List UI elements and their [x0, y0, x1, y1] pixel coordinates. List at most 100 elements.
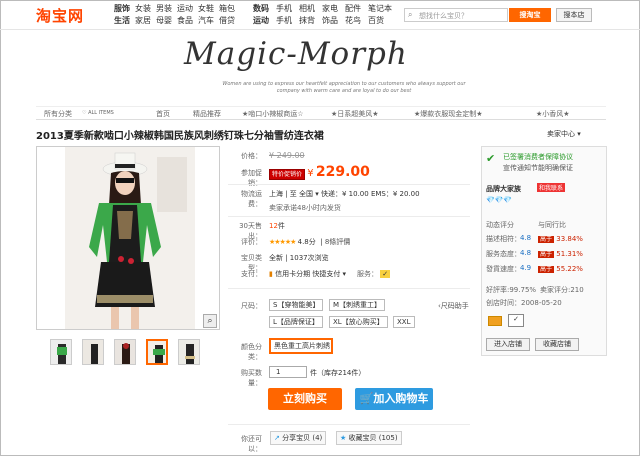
payment-info[interactable]: ▮ 信用卡分期 快捷支付 ▾ — [269, 269, 346, 279]
score-value-service: 4.8 — [520, 249, 532, 257]
score-compare-delivery: 高于 55.22% — [538, 265, 583, 273]
promo-price: 特价促销价 ¥ 229.00 — [269, 164, 370, 180]
size-option-s[interactable]: S【穿物能美】 — [269, 299, 324, 311]
search-shop-button[interactable]: 搜本店 — [556, 8, 592, 22]
category-link[interactable]: 数码 — [253, 3, 275, 15]
thumbnail-5[interactable] — [178, 339, 200, 365]
category-link[interactable]: 饰品 — [322, 15, 344, 27]
rating-label: 评价： — [241, 238, 262, 246]
category-link[interactable]: 运动 — [177, 3, 197, 15]
category-link[interactable]: 笔记本 — [368, 3, 392, 15]
nav-item-5[interactable]: ★日系超美风★ — [331, 109, 379, 119]
size-option-l[interactable]: L【品牌保证】 — [269, 316, 323, 328]
score-compare-service: 高于 51.31% — [538, 250, 583, 258]
nav-item-4[interactable]: ★啮口小辣椒商运☆ — [242, 109, 304, 119]
good-rate: 好評率:99.75% — [486, 286, 537, 294]
compare-header: 与同行比 — [538, 221, 566, 229]
nav-all-categories[interactable]: 所有分类 — [44, 109, 72, 119]
size-option-xl[interactable]: XL【放心购买】 — [329, 316, 388, 328]
thumbnail-4[interactable] — [146, 339, 168, 365]
shipping-promise: 卖家承诺48小时内发货 — [269, 204, 341, 212]
search-icon: ⌕ — [408, 10, 413, 19]
type-info: 全新 | 1037次浏览 — [269, 254, 329, 262]
top-bar: 淘宝网 服饰 生活 女装 家居 男装 母婴 运动 食品 女鞋 汽车 箱包 借贷 数码 运动 手机 手机 相机抹… — [0, 0, 640, 30]
guarantee-icon: ✔ — [486, 152, 496, 165]
category-link[interactable]: 百货 — [368, 15, 390, 27]
nav-all-items[interactable]: ♡ ALL ITEMS — [82, 110, 114, 116]
guarantee-text[interactable]: 已签署消费者保障协议 — [503, 152, 573, 162]
score-label-service: 服务态度： — [486, 250, 521, 258]
category-link[interactable]: 汽车 — [198, 15, 218, 27]
category-link[interactable]: 母婴 — [156, 15, 176, 27]
certified-badge-icon: ✓ — [508, 314, 524, 327]
size-option-xxl[interactable]: XXL — [393, 316, 415, 328]
size-label: 尺码： — [241, 302, 262, 310]
product-title: 2013夏季新款啮口小辣椒韩国民族风刺绣钉珠七分袖雪纺连衣裙 — [36, 131, 324, 142]
shop-nav: 所有分类 ♡ ALL ITEMS 首页 精品推荐 ★啮口小辣椒商运☆ ★日系超美… — [36, 106, 606, 120]
taobao-logo[interactable]: 淘宝网 — [36, 5, 84, 26]
score-header: 动态评分 — [486, 221, 514, 229]
category-link[interactable]: 服饰 — [114, 3, 134, 15]
shipping-label: 物流运费： — [241, 190, 262, 208]
favorite-shop-button[interactable]: 收藏店铺 — [535, 338, 579, 351]
payment-label: 支付： — [241, 270, 262, 278]
seller-center-link[interactable]: 卖家中心 ▾ — [547, 129, 581, 139]
shipping-info[interactable]: 上海 | 至 全国 ▾ 快递：¥ 10.00 EMS：¥ 20.00 — [269, 189, 420, 199]
color-option-selected[interactable]: 黑色重工高片刺绣 — [269, 338, 333, 354]
thumbnail-2[interactable] — [82, 339, 104, 365]
category-link[interactable]: 食品 — [177, 15, 197, 27]
category-link[interactable]: 借贷 — [219, 15, 239, 27]
zoom-icon[interactable]: ⌕ — [203, 314, 217, 328]
category-link[interactable]: 男装 — [156, 3, 176, 15]
contact-seller-button[interactable]: 和我联系 — [537, 183, 566, 192]
score-value-delivery: 4.9 — [520, 264, 532, 272]
nav-featured[interactable]: 精品推荐 — [193, 109, 221, 119]
collect-button[interactable]: ★ 收藏宝贝 (105) — [336, 431, 402, 445]
promo-badge: 特价促销价 — [269, 169, 306, 180]
star-icon: ★ — [340, 434, 347, 442]
category-link[interactable]: 运动 — [253, 15, 275, 27]
diamond-rating-icon: 💎💎💎 — [486, 196, 513, 204]
search-taobao-button[interactable]: 搜淘宝 — [509, 8, 551, 22]
category-link[interactable]: 家居 — [135, 15, 155, 27]
score-label-desc: 描述相符： — [486, 235, 521, 243]
credit-card-icon: ▮ — [269, 270, 273, 278]
color-label: 颜色分类： — [241, 343, 262, 361]
add-to-cart-button[interactable]: 🛒加入购物车 — [355, 388, 433, 410]
score-value-desc: 4.8 — [520, 234, 532, 242]
category-link[interactable]: 箱包 — [219, 3, 239, 15]
nav-item-7[interactable]: ★小香风★ — [536, 109, 570, 119]
seller-score: 卖家评分:210 — [540, 286, 584, 294]
buy-now-button[interactable]: 立刻购买 — [268, 388, 342, 410]
category-link[interactable]: 生活 — [114, 15, 134, 27]
category-link[interactable]: 花鸟 — [345, 15, 367, 27]
category-link[interactable]: 女鞋 — [198, 3, 218, 15]
nav-home[interactable]: 首页 — [156, 109, 170, 119]
category-link[interactable]: 相机 — [299, 3, 321, 15]
size-option-m[interactable]: M【刺绣重工】 — [329, 299, 386, 311]
category-link[interactable]: 配件 — [345, 3, 367, 15]
category-link[interactable]: 抹背 — [299, 15, 321, 27]
search-input[interactable]: ⌕ 想找什么宝贝？ — [404, 8, 508, 22]
thumbnail-3[interactable] — [114, 339, 136, 365]
quantity-input[interactable]: 1 — [269, 366, 307, 378]
category-link[interactable]: 家电 — [322, 3, 344, 15]
share-button[interactable]: ↗ 分享宝贝 (4) — [270, 431, 327, 445]
category-link[interactable]: 女装 — [135, 3, 155, 15]
category-link[interactable]: 手机 — [276, 15, 298, 27]
category-link[interactable]: 手机 — [276, 3, 298, 15]
size-helper-link[interactable]: ‹尺码助手 — [438, 301, 469, 311]
credit-card-badge-icon — [488, 316, 502, 326]
enter-shop-button[interactable]: 进入店铺 — [486, 338, 530, 351]
guarantee-sub: 宣传通知节能明确保证 — [503, 164, 573, 172]
stock-info: 件（库存214件） — [310, 369, 366, 377]
promo-price-value: 229.00 — [315, 164, 370, 180]
service-info: 服务： ✓ — [357, 270, 391, 278]
product-main-image[interactable] — [36, 146, 220, 330]
nav-item-6[interactable]: ★爆款衣服现金定制★ — [414, 109, 483, 119]
share-icon: ↗ — [274, 434, 280, 442]
search-placeholder: 想找什么宝贝？ — [419, 12, 468, 20]
rating-info[interactable]: ★★★★★ 4.8分 | 8條評價 — [269, 237, 350, 247]
thumbnail-1[interactable] — [50, 339, 72, 365]
shop-name[interactable]: 品牌大家族 — [486, 184, 521, 194]
